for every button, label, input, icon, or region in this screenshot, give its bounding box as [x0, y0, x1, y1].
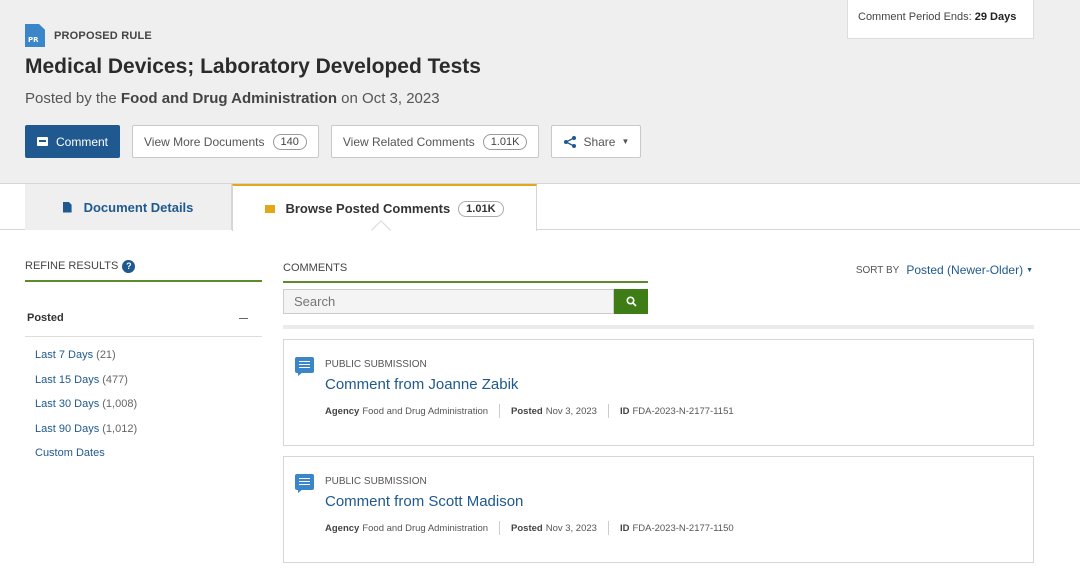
comment-icon	[36, 137, 48, 146]
chevron-down-icon: ▼	[621, 137, 630, 146]
documents-count-badge: 140	[272, 133, 307, 150]
comments-count-badge: 1.01K	[458, 200, 504, 217]
view-more-documents-button[interactable]: View More Documents 140	[132, 125, 319, 158]
meta-separator	[499, 521, 501, 535]
share-icon	[564, 135, 577, 148]
refine-results-heading: REFINE RESULTS ?	[25, 260, 262, 282]
search-icon	[625, 296, 637, 307]
submission-type: PUBLIC SUBMISSION	[325, 359, 427, 370]
posted-facet-header[interactable]: Posted	[25, 300, 262, 337]
facet-item-last-15-days: Last 15 Days (477)	[35, 373, 128, 386]
comment-card: PUBLIC SUBMISSION Comment from Scott Mad…	[283, 456, 1034, 563]
meta-separator	[499, 404, 501, 418]
share-button[interactable]: Share ▼	[551, 125, 642, 158]
facet-item-last-30-days: Last 30 Days (1,008)	[35, 398, 138, 410]
document-header: PR PROPOSED RULE Medical Devices; Labora…	[0, 0, 1080, 184]
facet-item-last-7-days: Last 7 Days (21)	[35, 349, 116, 361]
tab-document-details[interactable]: Document Details	[25, 184, 232, 230]
comment-search	[283, 289, 648, 314]
facet-item-last-90-days: Last 90 Days (1,012)	[35, 422, 138, 435]
collapse-icon[interactable]	[239, 317, 248, 319]
document-icon	[62, 201, 72, 213]
help-icon[interactable]: ?	[122, 260, 136, 273]
doc-type-label: PROPOSED RULE	[54, 29, 152, 42]
search-button[interactable]	[614, 289, 648, 314]
comment-bubble-icon	[295, 357, 314, 376]
meta-separator	[607, 521, 609, 535]
comment-title-link[interactable]: Comment from Joanne Zabik	[325, 376, 518, 393]
posted-by: Posted by the Food and Drug Administrati…	[25, 90, 440, 107]
comment-button[interactable]: Comment	[25, 125, 120, 158]
facet-item-custom-dates: Custom Dates	[35, 447, 105, 459]
tab-bar: Document Details Browse Posted Comments …	[0, 184, 1080, 231]
comment-meta: Agency Food and Drug Administration Poste…	[325, 521, 734, 535]
search-input[interactable]	[283, 289, 614, 314]
comment-flag-icon	[265, 204, 276, 213]
proposed-rule-doc-icon: PR	[25, 24, 45, 47]
submission-type: PUBLIC SUBMISSION	[325, 476, 427, 487]
comment-period-box: Comment Period Ends: 29 Days	[847, 0, 1034, 39]
sort-dropdown[interactable]: Posted (Newer-Older)	[906, 263, 1023, 277]
comment-bubble-icon	[295, 474, 314, 493]
posted-facet-list: Last 7 Days (21) Last 15 Days (477) Last…	[35, 348, 137, 471]
doc-type: PR PROPOSED RULE	[25, 24, 152, 47]
page-title: Medical Devices; Laboratory Developed Te…	[25, 55, 481, 78]
chevron-down-icon[interactable]: ▼	[1026, 267, 1033, 274]
sort-control: SORT BY Posted (Newer-Older) ▼	[855, 263, 1033, 277]
comment-card: PUBLIC SUBMISSION Comment from Joanne Za…	[283, 339, 1034, 446]
action-buttons: Comment View More Documents 140 View Rel…	[25, 125, 653, 158]
comment-title-link[interactable]: Comment from Scott Madison	[325, 493, 523, 510]
related-count-badge: 1.01K	[482, 133, 528, 150]
view-related-comments-button[interactable]: View Related Comments 1.01K	[330, 125, 540, 158]
meta-separator	[607, 404, 609, 418]
agency-name: Food and Drug Administration	[120, 90, 337, 107]
divider	[283, 325, 1034, 329]
comment-meta: Agency Food and Drug Administration Poste…	[325, 404, 734, 418]
comments-heading: COMMENTS	[283, 262, 648, 283]
